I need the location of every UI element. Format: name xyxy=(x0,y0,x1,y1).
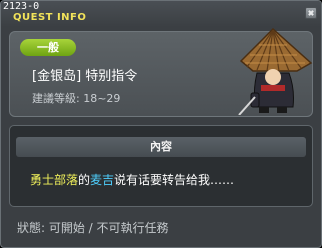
quest-info-window: 2123-0 QUEST INFO 一般 [金银岛] 特别指令 建議等級: 18… xyxy=(0,0,322,248)
close-icon[interactable] xyxy=(305,7,317,19)
message-text: 的 xyxy=(78,173,91,187)
npc-portrait xyxy=(238,27,313,115)
quest-name: [金银岛] 特别指令 xyxy=(32,69,138,84)
content-panel: 內容 勇士部落的麦吉说有话要转告给我…… xyxy=(9,125,313,207)
window-title: QUEST INFO xyxy=(13,12,87,23)
quest-id: 2123-0 xyxy=(3,1,40,12)
message-text-rest: 说有话要转告给我…… xyxy=(114,173,235,187)
place-name[interactable]: 勇士部落 xyxy=(30,173,78,187)
quest-message: 勇士部落的麦吉说有话要转告给我…… xyxy=(30,172,234,188)
npc-name[interactable]: 麦吉 xyxy=(90,173,114,187)
quest-status: 狀態: 可開始 / 不可執行任務 xyxy=(17,221,169,235)
recommended-level: 建議等級: 18~29 xyxy=(32,92,121,105)
title-bar[interactable]: 2123-0 QUEST INFO xyxy=(1,1,321,27)
content-header: 內容 xyxy=(16,137,306,157)
quest-type-badge: 一般 xyxy=(20,39,76,56)
